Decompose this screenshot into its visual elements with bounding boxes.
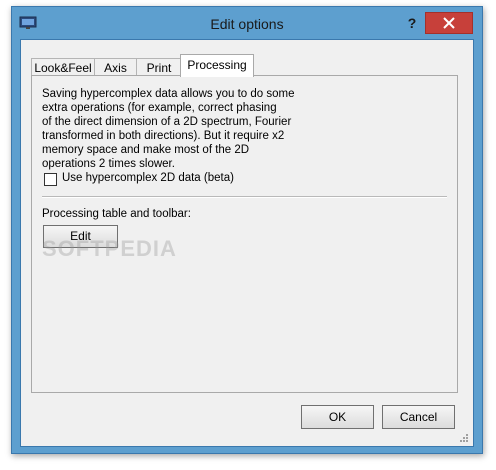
- description-line: Saving hypercomplex data allows you to d…: [42, 88, 295, 100]
- hypercomplex-checkbox-label[interactable]: Use hypercomplex 2D data (beta): [62, 172, 234, 184]
- description-line: transformed in both directions). But it …: [42, 130, 285, 142]
- description-line: memory space and make most of the 2D: [42, 144, 250, 156]
- tab-print[interactable]: Print: [136, 58, 182, 76]
- help-button[interactable]: ?: [402, 14, 422, 32]
- processing-table-label: Processing table and toolbar:: [42, 208, 191, 220]
- ok-button[interactable]: OK: [301, 405, 374, 429]
- edit-options-window: Edit options ? Look&Feel Axis Print Proc…: [11, 6, 483, 454]
- resize-grip-icon[interactable]: [457, 432, 469, 444]
- screen: Edit options ? Look&Feel Axis Print Proc…: [0, 0, 496, 470]
- separator: [42, 196, 447, 198]
- tab-look-feel[interactable]: Look&Feel: [31, 58, 95, 76]
- title-bar[interactable]: Edit options ?: [12, 7, 482, 39]
- hypercomplex-checkbox[interactable]: [44, 173, 57, 186]
- processing-tab-panel: Saving hypercomplex data allows you to d…: [31, 75, 458, 393]
- description-line: extra operations (for example, correct p…: [42, 102, 277, 114]
- description-line: of the direct dimension of a 2D spectrum…: [42, 116, 292, 128]
- hypercomplex-description: Saving hypercomplex data allows you to d…: [42, 87, 295, 171]
- close-icon: [443, 17, 455, 29]
- watermark: SOFTPEDIA: [42, 236, 177, 261]
- description-line: operations 2 times slower.: [42, 158, 175, 170]
- tab-processing[interactable]: Processing: [180, 54, 254, 77]
- cancel-button[interactable]: Cancel: [382, 405, 455, 429]
- tab-axis[interactable]: Axis: [94, 58, 137, 76]
- dialog-client-area: Look&Feel Axis Print Processing Saving h…: [20, 39, 474, 447]
- close-button[interactable]: [425, 12, 473, 34]
